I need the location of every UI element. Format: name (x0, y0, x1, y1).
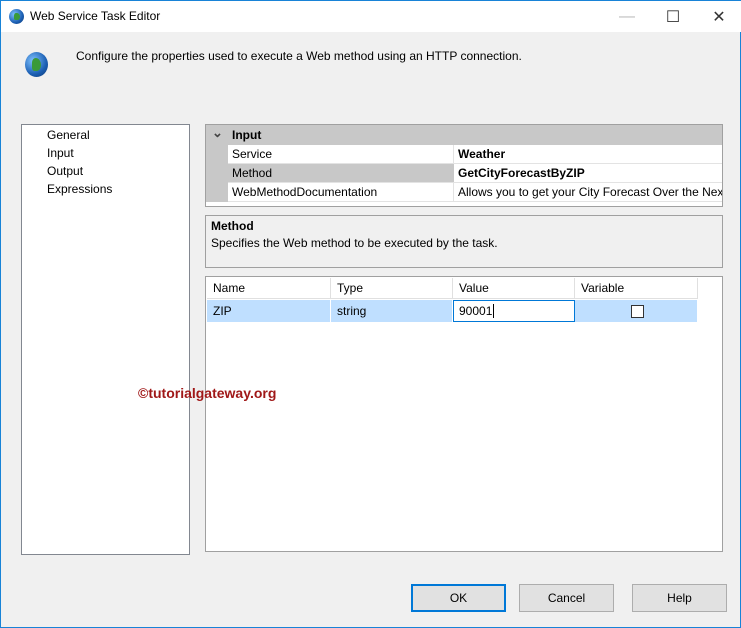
column-header-value[interactable]: Value (453, 278, 575, 299)
globe-icon (9, 9, 24, 24)
title-bar: Web Service Task Editor — ☐ ✕ (1, 1, 741, 32)
ok-button[interactable]: OK (411, 584, 506, 612)
window-title: Web Service Task Editor (30, 9, 161, 23)
close-button[interactable]: ✕ (696, 1, 741, 32)
text-cursor (493, 304, 495, 318)
variable-checkbox[interactable] (631, 305, 644, 318)
param-value-text: 90001 (459, 304, 493, 318)
nav-item-general[interactable]: General (47, 128, 90, 142)
property-value[interactable]: GetCityForecastByZIP (454, 164, 722, 183)
nav-item-input[interactable]: Input (47, 146, 74, 160)
category-label: Input (232, 128, 262, 142)
header-description: Configure the properties used to execute… (76, 49, 522, 63)
web-service-globe-icon (25, 52, 48, 77)
chevron-down-icon[interactable]: ⌄ (212, 125, 223, 141)
property-value[interactable]: Weather (454, 145, 722, 164)
property-row-service[interactable]: Service Weather (206, 145, 722, 164)
nav-item-output[interactable]: Output (47, 164, 83, 178)
property-row-documentation[interactable]: WebMethodDocumentation Allows you to get… (206, 183, 722, 202)
cancel-button[interactable]: Cancel (519, 584, 614, 612)
nav-item-expressions[interactable]: Expressions (47, 182, 112, 196)
description-text: Specifies the Web method to be executed … (211, 236, 498, 250)
param-name-cell[interactable]: ZIP (207, 300, 331, 322)
maximize-button[interactable]: ☐ (650, 1, 696, 32)
column-header-name[interactable]: Name (207, 278, 331, 299)
property-grid: Input ⌄ Input Service Weather Method Get… (205, 124, 723, 207)
property-row-method[interactable]: Method GetCityForecastByZIP (206, 164, 722, 183)
watermark: ©tutorialgateway.org (138, 385, 277, 401)
parameters-grid: Name Type Value Variable ZIP string 9000… (205, 276, 723, 552)
help-button[interactable]: Help (632, 584, 727, 612)
category-input[interactable]: Input ⌄ Input (206, 125, 722, 145)
property-name: Service (228, 145, 454, 164)
param-value-input[interactable]: 90001 (453, 300, 575, 322)
description-panel: Method Specifies the Web method to be ex… (205, 215, 723, 268)
column-header-variable[interactable]: Variable (575, 278, 698, 299)
property-name: WebMethodDocumentation (228, 183, 454, 202)
description-title: Method (211, 219, 254, 233)
param-variable-cell (575, 300, 698, 322)
param-type-cell[interactable]: string (331, 300, 453, 322)
property-value[interactable]: Allows you to get your City Forecast Ove… (454, 183, 722, 202)
nav-list: General Input Output Expressions (21, 124, 190, 555)
minimize-button[interactable]: — (604, 1, 650, 32)
property-name: Method (228, 164, 454, 183)
column-header-type[interactable]: Type (331, 278, 453, 299)
